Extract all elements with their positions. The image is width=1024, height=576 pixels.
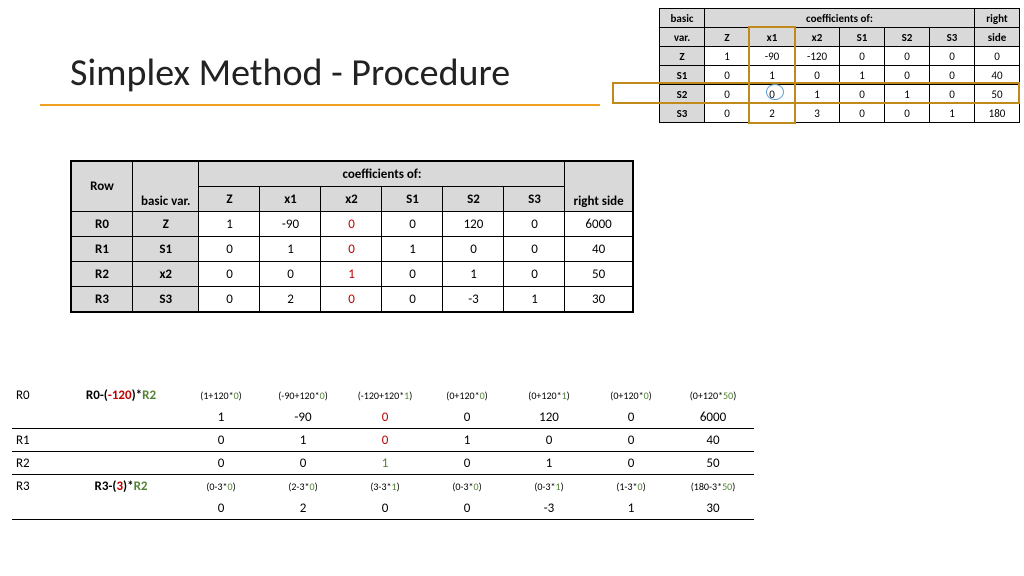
rhs-header-top: right xyxy=(975,9,1020,28)
corner-bot: var. xyxy=(660,28,705,47)
page-title: Simplex Method - Procedure xyxy=(70,50,510,96)
table-row: R2 x2 0 0 1 0 1 0 50 xyxy=(71,262,633,287)
row-op-r3: R3 R3-(3)*R2 (0-3*0) (2-3*0) (3-3*1) (0-… xyxy=(12,475,754,498)
table-row: S2 0 0 1 0 1 0 50 xyxy=(660,85,1020,104)
row-operations: R0 R0-(-120)*R2 (1+120*0) (-90+120*0) (-… xyxy=(12,384,754,520)
row-op-r0: R0 R0-(-120)*R2 (1+120*0) (-90+120*0) (-… xyxy=(12,384,754,406)
table-row: R1 S1 0 1 0 1 0 0 40 xyxy=(71,237,633,262)
table-row: R2 0 0 1 0 1 0 50 xyxy=(12,452,754,475)
row-op-expr: R0-(-120)*R2 xyxy=(62,384,180,406)
bv-header: basic var. xyxy=(133,161,199,212)
table-row: R1 0 1 0 1 0 0 40 xyxy=(12,429,754,452)
initial-tableau: basic coefficients of: right var. Z x1 x… xyxy=(659,8,1020,123)
rhs-header: right side xyxy=(565,161,633,212)
table-row: 0 2 0 0 -3 1 30 xyxy=(12,497,754,520)
table-row: Z 1 -90 -120 0 0 0 0 xyxy=(660,47,1020,66)
row-header: Row xyxy=(71,161,133,212)
rhs-header-bot: side xyxy=(975,28,1020,47)
table-row: S1 0 1 0 1 0 0 40 xyxy=(660,66,1020,85)
table-row: R3 S3 0 2 0 0 -3 1 30 xyxy=(71,287,633,313)
coeff-header: coefficients of: xyxy=(705,9,975,28)
row-op-expr: R3-(3)*R2 xyxy=(62,475,180,498)
table-row: S3 0 2 3 0 0 1 180 xyxy=(660,104,1020,123)
updated-tableau: Row basic var. coefficients of: right si… xyxy=(70,160,634,313)
coeff-header: coefficients of: xyxy=(199,161,565,187)
corner-top: basic xyxy=(660,9,705,28)
table-row: R0 Z 1 -90 0 0 120 0 6000 xyxy=(71,212,633,237)
title-underline xyxy=(40,104,600,106)
table-row: 1 -90 0 0 120 0 6000 xyxy=(12,406,754,429)
